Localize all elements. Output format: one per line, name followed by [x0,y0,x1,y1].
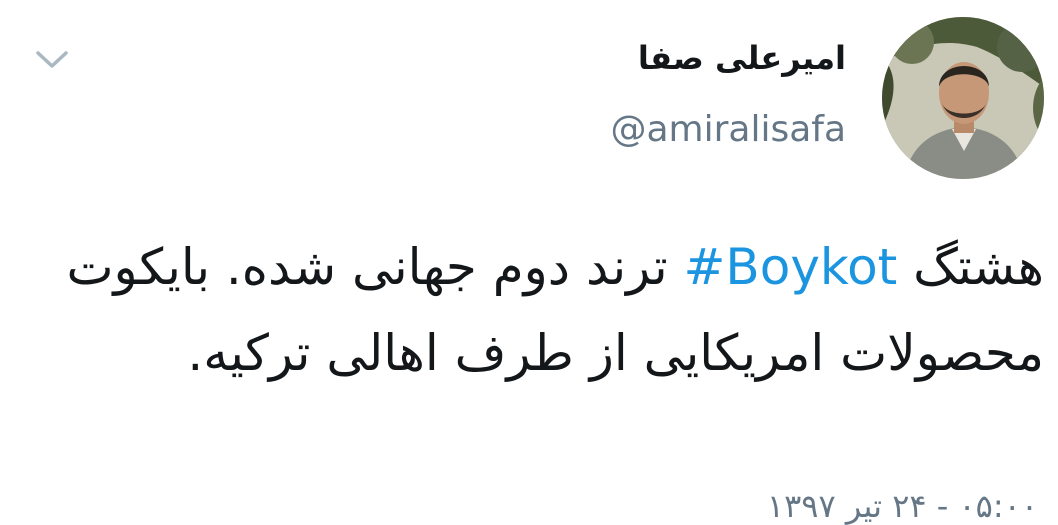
tweet-text-prefix: هشتگ [897,238,1044,296]
display-name[interactable]: امیرعلی صفا [638,42,846,74]
avatar[interactable] [882,17,1044,179]
tweet-text: هشتگ #Boykot ترند دوم جهانی شده. بایکوت … [36,224,1044,396]
tweet-timestamp[interactable]: ۰۵:۰۰ - ۲۴ تیر ۱۳۹۷ [767,490,1038,522]
hashtag-link[interactable]: #Boykot [684,238,898,296]
tweet-card: امیرعلی صفا @amiralisafa هشتگ #Boykot تر… [0,0,1058,522]
chevron-down-icon[interactable] [34,44,70,74]
user-handle[interactable]: @amiralisafa [610,112,846,148]
